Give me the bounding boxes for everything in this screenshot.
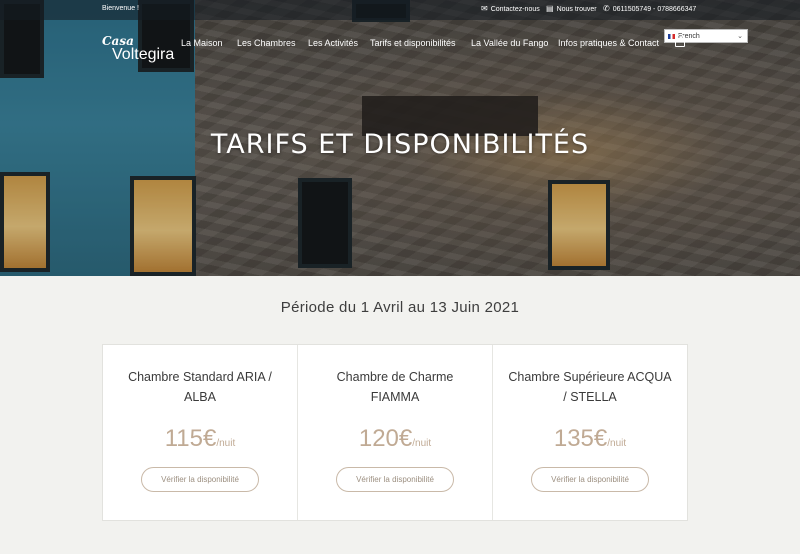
flag-icon — [668, 33, 675, 39]
hero-banner: Bienvenue ! ✉ Contactez-nous ▤ Nous trou… — [0, 0, 800, 276]
nav-item-vallee-du-fango[interactable]: La Vallée du Fango — [471, 38, 548, 48]
chevron-down-icon: ⌄ — [737, 33, 743, 40]
room-cards: Chambre Standard ARIA / ALBA 115€/nuit V… — [102, 344, 688, 521]
price-amount: 115€ — [164, 425, 217, 452]
room-card: Chambre Supérieure ACQUA / STELLA 135€/n… — [493, 345, 687, 520]
top-bar: Bienvenue ! ✉ Contactez-nous ▤ Nous trou… — [0, 0, 800, 20]
find-us-link[interactable]: ▤ Nous trouver — [546, 5, 597, 13]
welcome-text: Bienvenue ! — [102, 5, 139, 12]
phone-icon: ✆ — [603, 4, 610, 13]
check-availability-button[interactable]: Vérifier la disponibilité — [141, 467, 259, 492]
price-unit: /nuit — [412, 438, 432, 449]
room-price: 135€/nuit — [493, 425, 687, 453]
map-icon: ▤ — [546, 4, 554, 13]
room-card: Chambre Standard ARIA / ALBA 115€/nuit V… — [103, 345, 298, 520]
room-title: Chambre de Charme FIAMMA — [336, 370, 454, 404]
price-unit: /nuit — [607, 438, 627, 449]
contact-link[interactable]: ✉ Contactez-nous — [481, 5, 540, 13]
nav-item-la-maison[interactable]: La Maison — [181, 38, 223, 48]
check-availability-button[interactable]: Vérifier la disponibilité — [531, 467, 649, 492]
check-availability-button[interactable]: Vérifier la disponibilité — [336, 467, 454, 492]
room-price: 120€/nuit — [298, 425, 492, 453]
nav-item-infos-pratiques[interactable]: Infos pratiques & Contact — [558, 38, 659, 48]
cart-icon[interactable] — [675, 34, 685, 47]
price-amount: 135€ — [553, 425, 608, 452]
logo-line2: Voltegira — [112, 46, 175, 63]
mail-icon: ✉ — [481, 4, 488, 13]
phone-link[interactable]: ✆ 0611505749 - 0788666347 — [603, 5, 696, 13]
room-title: Chambre Standard ARIA / ALBA — [128, 370, 272, 404]
price-unit: /nuit — [216, 438, 236, 449]
room-price: 115€/nuit — [103, 425, 297, 453]
nav-item-les-activites[interactable]: Les Activités — [308, 38, 358, 48]
room-card: Chambre de Charme FIAMMA 120€/nuit Vérif… — [298, 345, 493, 520]
room-title: Chambre Supérieure ACQUA / STELLA — [508, 370, 672, 404]
phone-label: 0611505749 - 0788666347 — [612, 5, 697, 13]
price-amount: 120€ — [358, 425, 413, 452]
nav-item-les-chambres[interactable]: Les Chambres — [237, 38, 296, 48]
period-heading: Période du 1 Avril au 13 Juin 2021 — [280, 299, 520, 316]
contact-label: Contactez-nous — [490, 5, 540, 13]
site-logo[interactable]: Casa Voltegira — [102, 34, 174, 63]
find-us-label: Nous trouver — [556, 5, 597, 13]
nav-item-tarifs[interactable]: Tarifs et disponibilités — [370, 38, 456, 48]
page-title: TARIFS ET DISPONIBILITÉS — [210, 129, 590, 160]
